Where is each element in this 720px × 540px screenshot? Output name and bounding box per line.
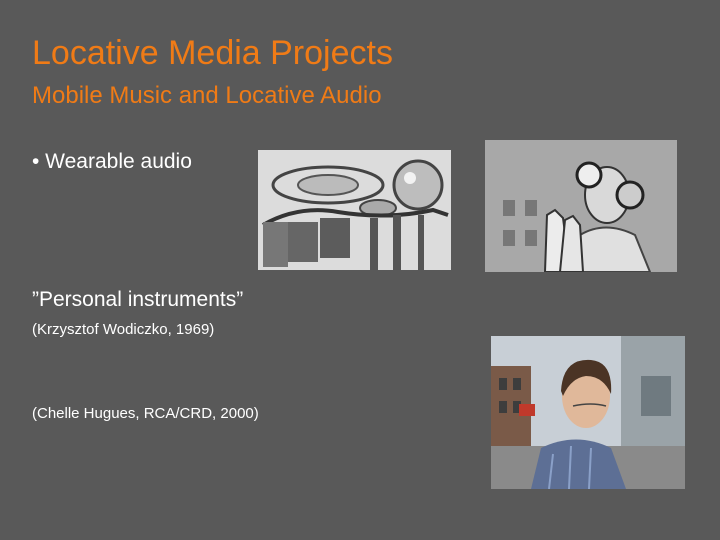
wearable-audio-figure-image bbox=[485, 140, 677, 272]
bullet-wearable-audio: • Wearable audio bbox=[32, 150, 192, 173]
instrument-sketch-image bbox=[258, 150, 451, 270]
slide-subtitle: Mobile Music and Locative Audio bbox=[32, 82, 382, 109]
street-headset-photo bbox=[491, 336, 685, 489]
slide-title: Locative Media Projects bbox=[32, 34, 393, 72]
credit-hugues: (Chelle Hugues, RCA/CRD, 2000) bbox=[32, 405, 259, 422]
credit-wodiczko: (Krzysztof Wodiczko, 1969) bbox=[32, 321, 215, 338]
personal-instruments-label: ”Personal instruments” bbox=[32, 288, 244, 311]
